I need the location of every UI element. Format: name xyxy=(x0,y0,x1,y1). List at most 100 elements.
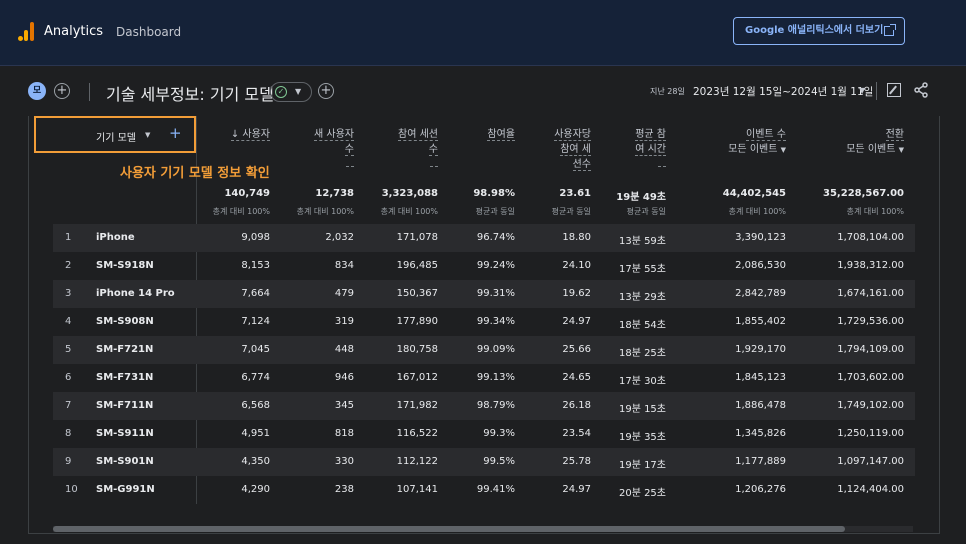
row-index: 5 xyxy=(65,344,72,355)
row-index: 2 xyxy=(65,260,72,271)
add-filter-icon[interactable]: + xyxy=(318,83,334,99)
cell-value: 1,206,276 xyxy=(735,484,786,495)
total-subtext: 총계 대비 100% xyxy=(212,207,270,216)
device-model-name: SM-S901N xyxy=(96,456,154,467)
cell-value: 1,845,123 xyxy=(735,372,786,383)
table-row[interactable]: 4 SM-S908N 7,124 319 177,890 99.34% 24.97 18분 5… xyxy=(53,308,915,336)
cell-value: 99.3% xyxy=(483,428,515,439)
col-header-avg-engagement-time[interactable]: 평균 참여 시간 xyxy=(610,127,666,172)
share-icon[interactable] xyxy=(913,82,929,98)
cell-value: 4,290 xyxy=(241,484,270,495)
scrollbar-thumb[interactable] xyxy=(53,526,845,532)
cell-value: 99.31% xyxy=(476,288,515,299)
table-row[interactable]: 2 SM-S918N 8,153 834 196,485 99.24% 24.10 17분 5… xyxy=(53,252,915,280)
cell-value: 1,177,889 xyxy=(735,456,786,467)
col-header-new-users[interactable]: 새 사용자 수 xyxy=(290,127,354,172)
customize-report-icon[interactable] xyxy=(887,83,901,97)
col-header-event-count[interactable]: 이벤트 수 모든 이벤트 ▼ xyxy=(690,127,786,158)
cell-value: 1,938,312.00 xyxy=(837,260,904,271)
add-dimension-icon[interactable]: + xyxy=(169,124,182,142)
cell-value: 19분 35초 xyxy=(618,432,666,443)
cell-value: 99.13% xyxy=(476,372,515,383)
col-header-engaged-sessions[interactable]: 참여 세션 수 xyxy=(370,127,438,172)
row-index: 7 xyxy=(65,400,72,411)
cell-value: 99.34% xyxy=(476,316,515,327)
row-index: 10 xyxy=(65,484,78,495)
dimension-selector[interactable]: 기기 모델 xyxy=(96,129,136,144)
cell-value: 25.66 xyxy=(562,344,591,355)
cell-value: 112,122 xyxy=(396,456,438,467)
table-row[interactable]: 6 SM-F731N 6,774 946 167,012 99.13% 24.65 17분 3… xyxy=(53,364,915,392)
cell-value: 116,522 xyxy=(396,428,438,439)
app-name[interactable]: Analytics xyxy=(44,24,103,39)
avatar[interactable]: 모 xyxy=(28,82,46,100)
table-row[interactable]: 1 iPhone 9,098 2,032 171,078 96.74% 18.80 13분 5… xyxy=(53,224,915,252)
cell-value: 6,774 xyxy=(241,372,270,383)
cell-value: 19.62 xyxy=(562,288,591,299)
col-header-users[interactable]: ↓ 사용자 xyxy=(206,127,270,142)
cell-value: 4,350 xyxy=(241,456,270,467)
cell-value: 18분 54초 xyxy=(618,320,666,331)
table-row[interactable]: 9 SM-S901N 4,350 330 112,122 99.5% 25.78 19분 17… xyxy=(53,448,915,476)
total-value: 19분 49초 xyxy=(616,192,666,203)
table-row[interactable]: 8 SM-S911N 4,951 818 116,522 99.3% 23.54 19분 35… xyxy=(53,420,915,448)
report-status-dropdown[interactable]: ✓ ▼ xyxy=(270,82,312,102)
check-circle-icon: ✓ xyxy=(275,86,287,98)
cell-value: 171,078 xyxy=(396,232,438,243)
breadcrumb[interactable]: Dashboard xyxy=(116,25,181,39)
cell-value: 24.97 xyxy=(562,484,591,495)
cell-value: 13분 59초 xyxy=(618,236,666,247)
cell-value: 818 xyxy=(334,428,354,439)
cell-value: 7,124 xyxy=(241,316,270,327)
table-row[interactable]: 10 SM-G991N 4,290 238 107,141 99.41% 24.97 20분 … xyxy=(53,476,915,504)
date-range-picker[interactable]: 2023년 12월 15일~2024년 1월 11일 xyxy=(693,84,873,99)
analytics-logo-icon[interactable] xyxy=(18,21,36,41)
cell-value: 1,345,826 xyxy=(735,428,786,439)
cell-value: 946 xyxy=(334,372,354,383)
cell-value: 1,929,170 xyxy=(735,344,786,355)
cell-value: 1,703,602.00 xyxy=(837,372,904,383)
open-in-ga-label: Google 애널리틱스에서 더보기 xyxy=(745,25,884,36)
device-model-name: SM-S918N xyxy=(96,260,154,271)
dimension-chevron-down-icon[interactable]: ▼ xyxy=(145,131,150,139)
cell-value: 1,708,104.00 xyxy=(837,232,904,243)
cell-value: 3,390,123 xyxy=(735,232,786,243)
divider xyxy=(876,82,877,100)
total-value: 3,323,088 xyxy=(381,188,438,199)
cell-value: 4,951 xyxy=(241,428,270,439)
external-link-icon xyxy=(884,24,896,36)
cell-value: 99.5% xyxy=(483,456,515,467)
chevron-down-icon: ▼ xyxy=(295,87,302,96)
cell-value: 18.80 xyxy=(562,232,591,243)
open-in-ga-button[interactable]: Google 애널리틱스에서 더보기 xyxy=(733,17,905,45)
cell-value: 24.10 xyxy=(562,260,591,271)
device-model-name: iPhone xyxy=(96,232,135,243)
cell-value: 24.97 xyxy=(562,316,591,327)
cell-value: 1,855,402 xyxy=(735,316,786,327)
total-subtext: 평균과 동일 xyxy=(475,207,515,216)
col-header-engagement-rate[interactable]: 참여율 xyxy=(460,127,515,142)
row-index: 8 xyxy=(65,428,72,439)
cell-value: 150,367 xyxy=(396,288,438,299)
total-subtext: 총계 대비 100% xyxy=(296,207,354,216)
table-row[interactable]: 7 SM-F711N 6,568 345 171,982 98.79% 26.18 19분 1… xyxy=(53,392,915,420)
cell-value: 23.54 xyxy=(562,428,591,439)
cell-value: 26.18 xyxy=(562,400,591,411)
date-chevron-down-icon[interactable]: ▼ xyxy=(859,86,865,95)
cell-value: 834 xyxy=(334,260,354,271)
cell-value: 6,568 xyxy=(241,400,270,411)
col-header-conversions[interactable]: 전환 모든 이벤트 ▼ xyxy=(808,127,904,158)
table-row[interactable]: 5 SM-F721N 7,045 448 180,758 99.09% 25.66 18분 2… xyxy=(53,336,915,364)
row-index: 1 xyxy=(65,232,72,243)
cell-value: 24.65 xyxy=(562,372,591,383)
cell-value: 98.79% xyxy=(476,400,515,411)
table-row[interactable]: 3 iPhone 14 Pro 7,664 479 150,367 99.31% 19.62… xyxy=(53,280,915,308)
device-model-name: SM-F721N xyxy=(96,344,154,355)
cell-value: 18분 25초 xyxy=(618,348,666,359)
add-comparison-icon[interactable]: + xyxy=(54,83,70,99)
cell-value: 177,890 xyxy=(396,316,438,327)
cell-value: 171,982 xyxy=(396,400,438,411)
cell-value: 9,098 xyxy=(241,232,270,243)
col-header-sessions-per-user[interactable]: 사용자당 참여 세 션수 xyxy=(535,127,591,172)
cell-value: 2,032 xyxy=(325,232,354,243)
